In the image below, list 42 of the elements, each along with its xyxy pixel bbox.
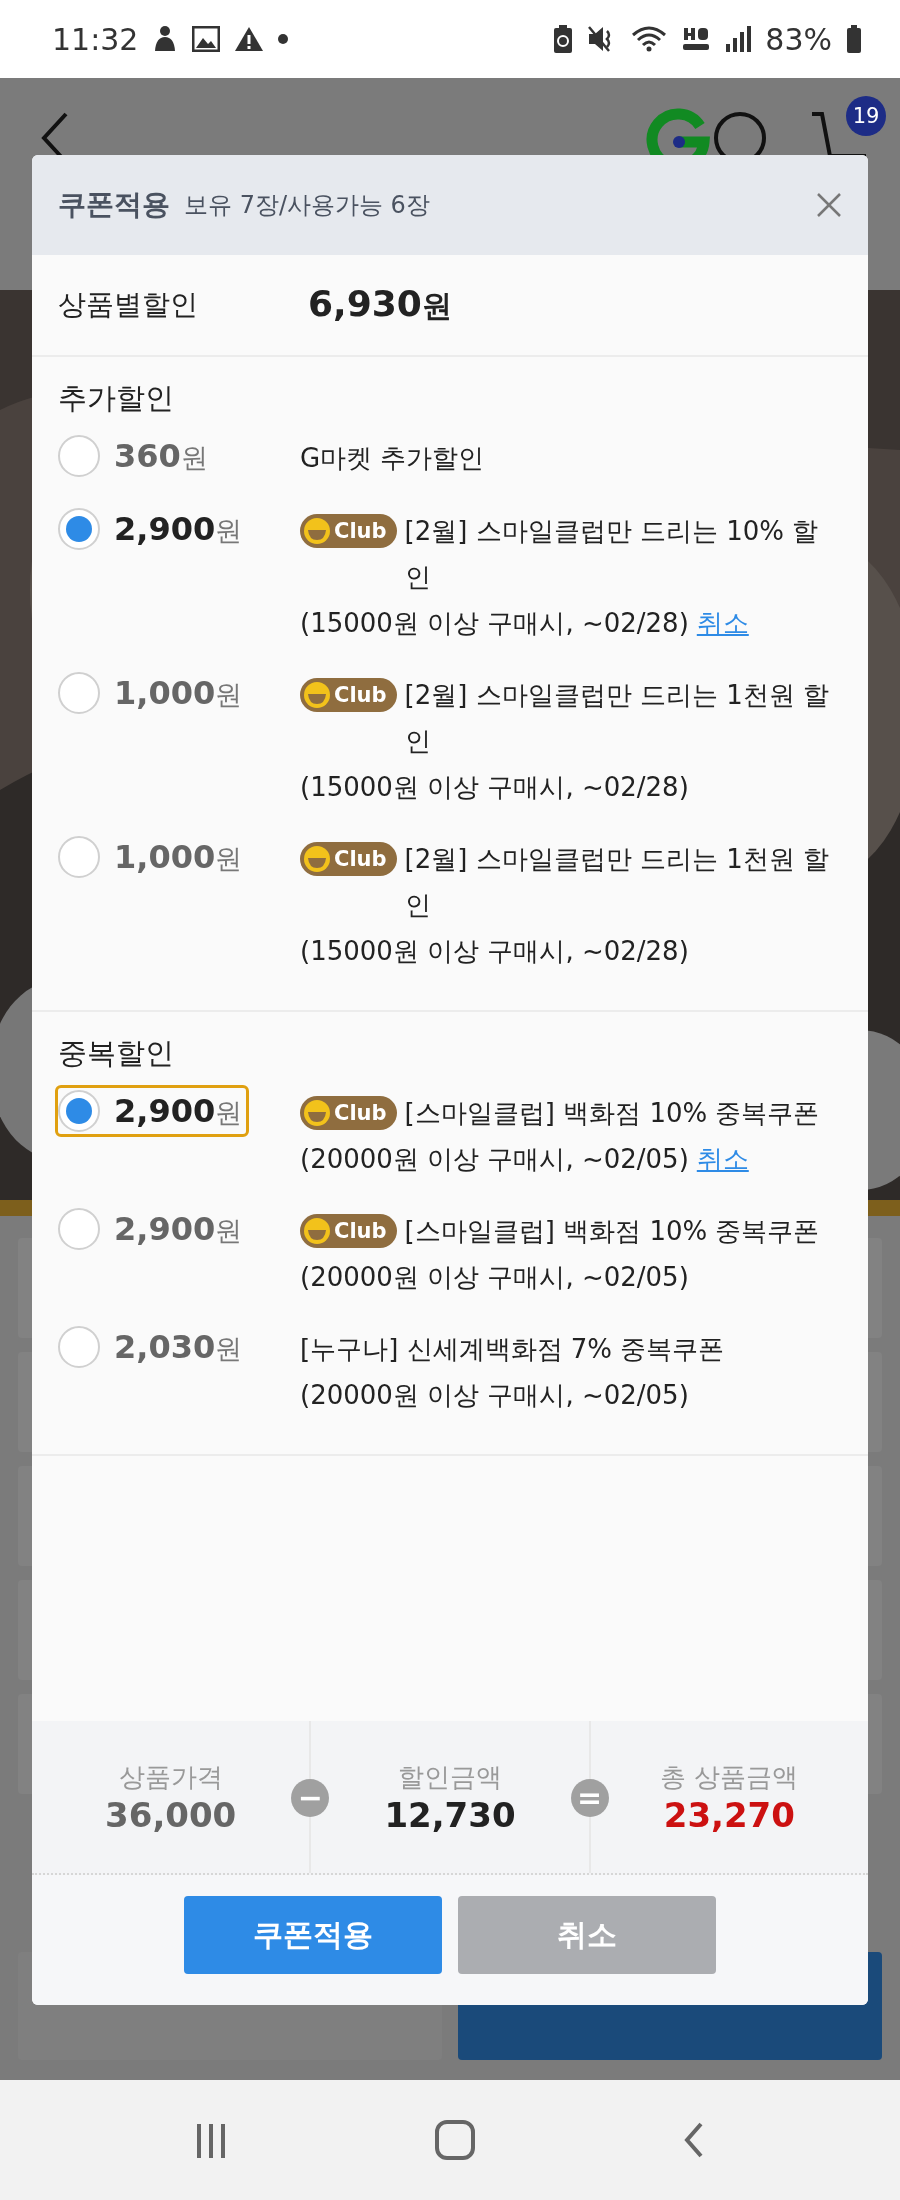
section-title: 중복할인 — [58, 1035, 174, 1072]
cart-count: 19 — [846, 96, 886, 136]
badge-label: Club — [334, 1218, 387, 1245]
coupon-amount: 2,900원 — [114, 509, 243, 549]
badge-label: Club — [334, 846, 387, 873]
discount-label: 상품별할인 — [58, 287, 199, 323]
coupon-condition: (20000원 이상 구매시, ~02/05) — [300, 1380, 689, 1410]
coupon-amount: 2,030원 — [114, 1327, 243, 1367]
coupon-title: [스마일클럽] 백화점 10% 중복쿠폰 — [404, 1215, 820, 1248]
coupon-title: [2월] 스마일클럽만 드리는 10% 할인 — [404, 515, 820, 594]
operator-sign: = — [570, 1779, 609, 1817]
modal-title: 쿠폰적용 — [58, 187, 170, 223]
coupon-amount: 2,900원 — [114, 1209, 243, 1249]
coupon-amount: 1,000원 — [114, 673, 243, 713]
coupon-amount: 360원 — [114, 436, 208, 476]
summary-value: 23,270 — [663, 1794, 795, 1835]
clock-time: 11:32 — [52, 21, 139, 57]
summary-label: 상품가격 — [118, 1760, 223, 1794]
coupon-title: [누구나] 신세계백화점 7% 중복쿠폰 — [300, 1333, 725, 1366]
coupon-title: [2월] 스마일클럽만 드리는 1천원 할인 — [404, 843, 831, 922]
coupon-amount: 2,900원 — [114, 1091, 243, 1131]
operator-sign: − — [291, 1779, 330, 1817]
coupon-condition: (15000원 이상 구매시, ~02/28) — [300, 608, 689, 638]
section-title: 추가할인 — [58, 380, 174, 417]
coupon-title: [2월] 스마일클럽만 드리는 1천원 할인 — [404, 679, 831, 758]
summary-label: 할인금액 — [398, 1760, 502, 1794]
coupon-condition: (20000원 이상 구매시, ~02/05) — [300, 1262, 689, 1292]
summary-label: 총 상품금액 — [660, 1760, 799, 1794]
coupon-condition: (15000원 이상 구매시, ~02/28) — [300, 936, 689, 966]
discount-amount: 6,930원 — [308, 283, 452, 326]
coupon-title: G마켓 추가할인 — [300, 442, 485, 475]
badge-label: Club — [334, 518, 387, 545]
summary-value: 12,730 — [384, 1794, 516, 1835]
badge-label: Club — [334, 682, 387, 709]
battery-percent: 83% — [765, 21, 832, 57]
coupon-condition: (20000원 이상 구매시, ~02/05) — [300, 1144, 689, 1174]
summary-value: 36,000 — [105, 1794, 237, 1835]
badge-label: Club — [334, 1100, 387, 1127]
coupon-count: 보유 7장/사용가능 6장 — [184, 190, 431, 221]
coupon-amount: 1,000원 — [114, 837, 243, 877]
coupon-condition: (15000원 이상 구매시, ~02/28) — [300, 772, 689, 802]
coupon-title: [스마일클럽] 백화점 10% 중복쿠폰 — [404, 1097, 820, 1130]
